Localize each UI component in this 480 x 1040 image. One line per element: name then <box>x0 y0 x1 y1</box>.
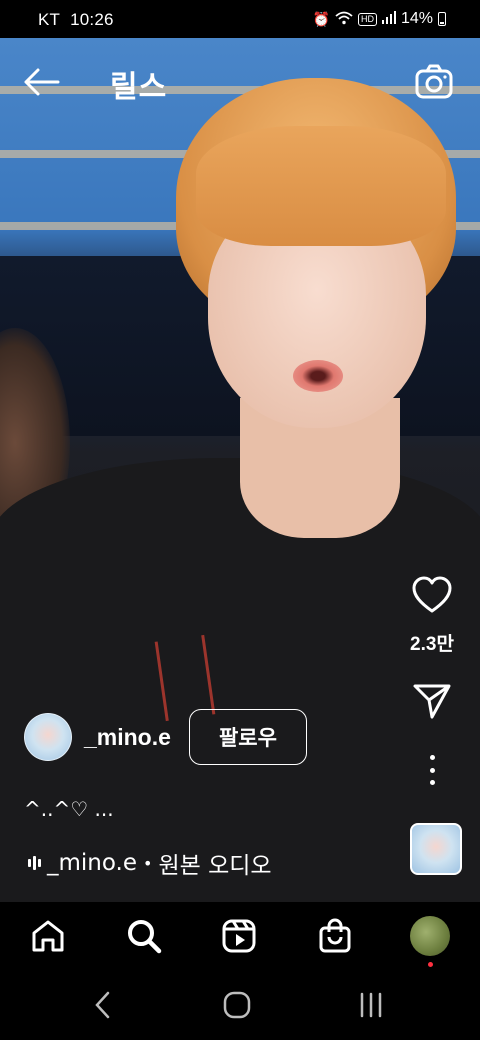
send-icon[interactable] <box>412 682 452 725</box>
notification-dot <box>428 962 433 967</box>
back-arrow-icon[interactable] <box>22 66 62 98</box>
profile-picture <box>410 916 450 956</box>
person-bangs <box>196 126 446 246</box>
system-nav-bar <box>0 968 480 1040</box>
profile-avatar[interactable] <box>410 916 450 956</box>
audio-thumbnail[interactable] <box>410 823 462 875</box>
audio-info[interactable]: _mino.e • 원본 오디오 <box>28 846 272 880</box>
follow-button[interactable]: 팔로우 <box>188 709 307 765</box>
camera-icon[interactable] <box>414 62 454 102</box>
system-back-icon[interactable] <box>88 990 118 1020</box>
battery-icon <box>438 12 446 26</box>
reel-caption[interactable]: ^..^♡ ... <box>24 797 114 821</box>
audio-separator: • <box>143 853 153 873</box>
like-count: 2.3만 <box>410 634 454 655</box>
signal-icon <box>381 11 396 27</box>
battery-percent: 14% <box>400 10 433 27</box>
person-mouth <box>293 360 343 392</box>
carrier-label: KT <box>38 10 61 29</box>
avatar[interactable] <box>24 713 72 761</box>
hd-badge: HD <box>357 12 377 26</box>
shopping-bag-icon[interactable] <box>315 916 355 956</box>
status-bar: KT 10:26 ⏰ HD 14% <box>0 0 480 38</box>
search-icon[interactable] <box>124 916 164 956</box>
status-right: ⏰ HD 14% <box>313 10 446 28</box>
audio-waveform-icon <box>28 856 41 870</box>
more-vertical-icon[interactable] <box>422 755 442 785</box>
status-left: KT 10:26 <box>38 10 124 30</box>
audio-artist: _mino.e <box>47 850 138 876</box>
system-home-icon[interactable] <box>222 990 252 1020</box>
audio-track: 원본 오디오 <box>158 853 272 879</box>
bottom-nav <box>0 902 480 968</box>
reels-header: 릴스 <box>0 52 480 112</box>
system-recents-icon[interactable] <box>356 990 386 1020</box>
creator-username[interactable]: _mino.e <box>84 724 171 751</box>
clock: 10:26 <box>70 10 114 29</box>
heart-icon[interactable] <box>411 576 453 619</box>
page-title: 릴스 <box>110 71 168 104</box>
reel-actions: 2.3만 <box>402 576 462 785</box>
wifi-icon <box>335 11 353 28</box>
creator-row: _mino.e 팔로우 <box>24 709 307 765</box>
home-icon[interactable] <box>28 916 68 956</box>
alarm-icon: ⏰ <box>312 10 330 27</box>
reels-icon[interactable] <box>219 916 259 956</box>
